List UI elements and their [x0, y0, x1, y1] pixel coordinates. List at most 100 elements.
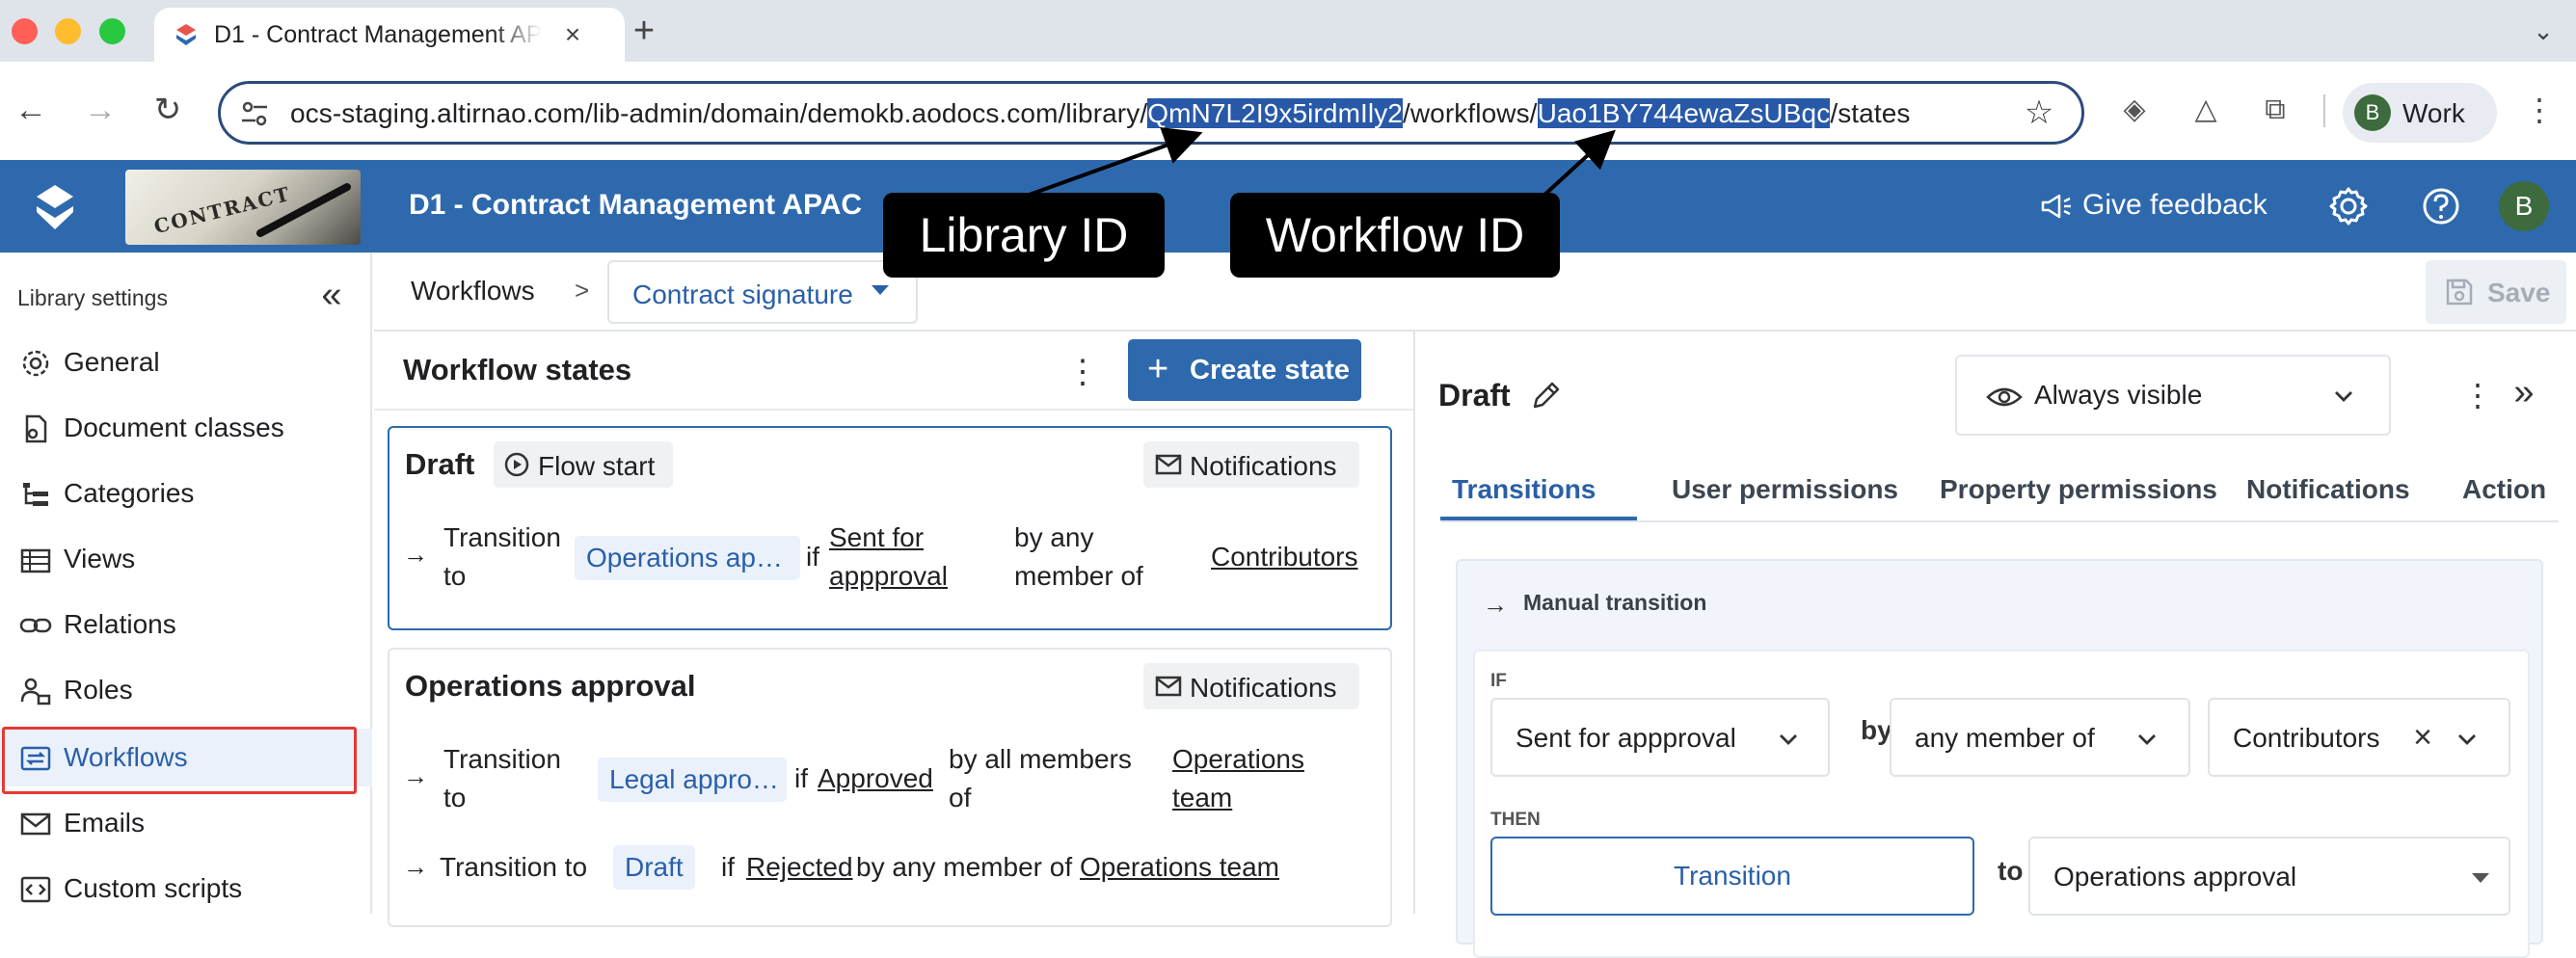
create-state-label: Create state [1190, 355, 1351, 386]
to-label: to [1998, 856, 2024, 886]
reload-icon[interactable]: ↻ [147, 89, 189, 131]
extension-diamond-icon[interactable]: ◈ [2115, 91, 2154, 129]
sidebar-item-document-classes[interactable]: Document classes [0, 399, 372, 457]
profile-avatar: B [2354, 94, 2391, 131]
sidebar-item-label: Document classes [64, 412, 284, 442]
transition-rule-form: IF Sent for appproval by any member of C… [1473, 650, 2530, 958]
transition-action-link[interactable]: Approved [818, 759, 933, 798]
action-select[interactable]: Sent for appproval [1490, 698, 1830, 777]
settings-gear-icon[interactable] [2325, 183, 2372, 229]
workflow-states-title: Workflow states [403, 353, 632, 386]
sidebar-item-emails[interactable]: Emails [0, 794, 372, 852]
url-mid: /workflows/ [1402, 98, 1538, 128]
sidebar-item-label: Views [64, 544, 136, 573]
forward-arrow-icon[interactable]: → [79, 89, 121, 131]
window-minimize-button[interactable] [55, 18, 81, 44]
mail-icon [20, 812, 51, 836]
state-card-draft[interactable]: Draft Flow start Notifications → Transit… [388, 426, 1392, 630]
clear-icon[interactable]: × [2408, 721, 2437, 754]
target-state-value: Operations approval [2053, 862, 2297, 891]
toolbar-divider [2323, 94, 2325, 127]
pencil-icon[interactable] [1529, 378, 1564, 412]
notifications-badge[interactable]: Notifications [1143, 663, 1359, 709]
sidebar-item-views[interactable]: Views [0, 530, 372, 588]
manual-transition-header: Manual transition [1523, 590, 1707, 615]
document-classes-icon [25, 414, 47, 443]
transition-group-link[interactable]: Contributors [1211, 538, 1358, 576]
transition-action-link-2[interactable]: appproval [829, 557, 948, 596]
help-icon[interactable] [2418, 183, 2464, 229]
caret-down-icon [872, 285, 889, 295]
extensions-puzzle-icon[interactable]: ⧉ [2256, 91, 2294, 129]
back-arrow-icon[interactable]: ← [10, 89, 52, 131]
workflow-selector-dropdown[interactable]: Contract signature [607, 260, 918, 324]
state-more-icon[interactable]: ⋮ [2462, 376, 2493, 414]
transition-target-chip[interactable]: Legal appro… [598, 758, 787, 802]
breadcrumb-workflows-link[interactable]: Workflows [411, 276, 535, 306]
tab-transitions[interactable]: Transitions [1452, 474, 1596, 505]
library-banner-image: CONTRACT [125, 170, 361, 245]
transition-label-to: to [443, 561, 467, 591]
transition-target-chip[interactable]: Draft [613, 845, 695, 890]
transition-group-link[interactable]: Operations [1172, 740, 1304, 779]
tab-action[interactable]: Action [2462, 474, 2546, 505]
bookmark-star-icon[interactable]: ☆ [2020, 93, 2058, 132]
megaphone-icon [2041, 194, 2071, 219]
transition-by-2: member of [1014, 561, 1143, 591]
window-zoom-button[interactable] [99, 18, 125, 44]
group-select[interactable]: Contributors × [2208, 698, 2510, 777]
library-id-callout: Library ID [883, 193, 1165, 278]
collapse-sidebar-icon[interactable]: « [310, 277, 353, 316]
sidebar-item-general[interactable]: General [0, 333, 372, 391]
url-text[interactable]: ocs-staging.altirnao.com/lib-admin/domai… [290, 98, 1911, 129]
views-icon [20, 548, 51, 573]
address-bar[interactable]: ocs-staging.altirnao.com/lib-admin/domai… [218, 81, 2084, 145]
transition-action-link[interactable]: Rejected [746, 848, 853, 887]
transition-by: by any [1014, 522, 1094, 552]
browser-menu-icon[interactable]: ⋮ [2520, 89, 2559, 131]
sidebar-item-categories[interactable]: Categories [0, 465, 372, 522]
transition-group-link[interactable]: Operations team [1080, 848, 1279, 887]
new-tab-icon[interactable]: + [625, 12, 663, 50]
aodocs-logo-icon[interactable] [29, 181, 81, 233]
tab-user-permissions[interactable]: User permissions [1672, 474, 1898, 505]
profile-button[interactable]: B Work [2343, 83, 2497, 143]
browser-tabstrip: D1 - Contract Management AP × + ⌄ [0, 0, 2576, 62]
membership-select[interactable]: any member of [1890, 698, 2190, 777]
browser-tab[interactable]: D1 - Contract Management AP × [154, 8, 625, 62]
url-workflow-id: Uao1BY744ewaZsUBqc [1537, 98, 1831, 128]
sidebar-item-relations[interactable]: Relations [0, 596, 372, 653]
transition-target-chip[interactable]: Operations ap… [575, 536, 800, 580]
user-avatar[interactable]: B [2499, 181, 2549, 231]
create-state-button[interactable]: + Create state [1128, 339, 1361, 401]
extension-aodocs-icon[interactable]: △ [2187, 91, 2225, 129]
transition-group-link-2[interactable]: team [1172, 779, 1232, 817]
state-detail-panel: Draft Always visible ⋮ » Transitions Use… [1417, 332, 2576, 958]
notifications-badge[interactable]: Notifications [1143, 441, 1359, 488]
tab-property-permissions[interactable]: Property permissions [1940, 474, 2217, 505]
transition-if: if [794, 763, 808, 793]
notifications-label: Notifications [1190, 673, 1337, 703]
url-suffix: /states [1830, 98, 1911, 128]
highlight-box [2, 727, 357, 794]
tab-search-chevron-icon[interactable]: ⌄ [2526, 13, 2561, 48]
group-select-value: Contributors [2233, 723, 2380, 753]
window-close-button[interactable] [12, 18, 38, 44]
sidebar-item-roles[interactable]: Roles [0, 661, 372, 719]
state-name: Operations approval [405, 669, 696, 703]
save-button[interactable]: Save [2426, 260, 2566, 324]
tab-notifications[interactable]: Notifications [2246, 474, 2410, 505]
state-card-operations-approval[interactable]: Operations approval Notifications → Tran… [388, 648, 1392, 927]
site-info-icon[interactable] [238, 97, 271, 130]
expand-panel-icon[interactable]: » [2505, 374, 2543, 412]
target-state-select[interactable]: Operations approval [2028, 837, 2510, 916]
transition-action-button[interactable]: Transition [1490, 837, 1974, 916]
notifications-label: Notifications [1190, 451, 1337, 481]
states-more-icon[interactable]: ⋮ [1066, 347, 1099, 397]
transition-action-link[interactable]: Sent for [829, 519, 924, 557]
sidebar-item-custom-scripts[interactable]: Custom scripts [0, 860, 372, 918]
tab-close-icon[interactable]: × [557, 19, 588, 50]
workflow-selector-label: Contract signature [632, 279, 853, 309]
visibility-select[interactable]: Always visible [1955, 355, 2391, 436]
transition-arrow-icon: → [403, 852, 428, 881]
